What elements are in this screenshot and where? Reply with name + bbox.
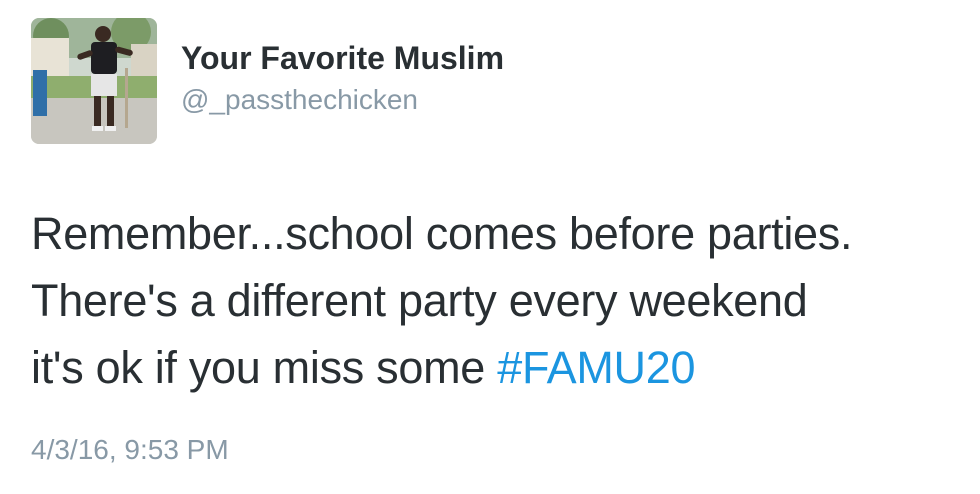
tweet-card: Your Favorite Muslim @_passthechicken Re… [0, 0, 980, 494]
tweet-line-2: There's a different party every weekend [31, 275, 808, 326]
tweet-line-1: Remember...school comes before parties. [31, 208, 853, 259]
tweet-line-3-text: it's ok if you miss some [31, 342, 498, 393]
display-name[interactable]: Your Favorite Muslim [181, 40, 504, 77]
user-handle[interactable]: @_passthechicken [181, 84, 418, 116]
avatar-photo-icon [31, 18, 157, 144]
user-avatar[interactable] [31, 18, 157, 144]
tweet-line-3: it's ok if you miss some #FAMU20 [31, 334, 961, 401]
hashtag-link[interactable]: #FAMU20 [497, 342, 695, 393]
tweet-text: Remember...school comes before parties. … [31, 200, 961, 401]
tweet-timestamp: 4/3/16, 9:53 PM [31, 434, 229, 465]
